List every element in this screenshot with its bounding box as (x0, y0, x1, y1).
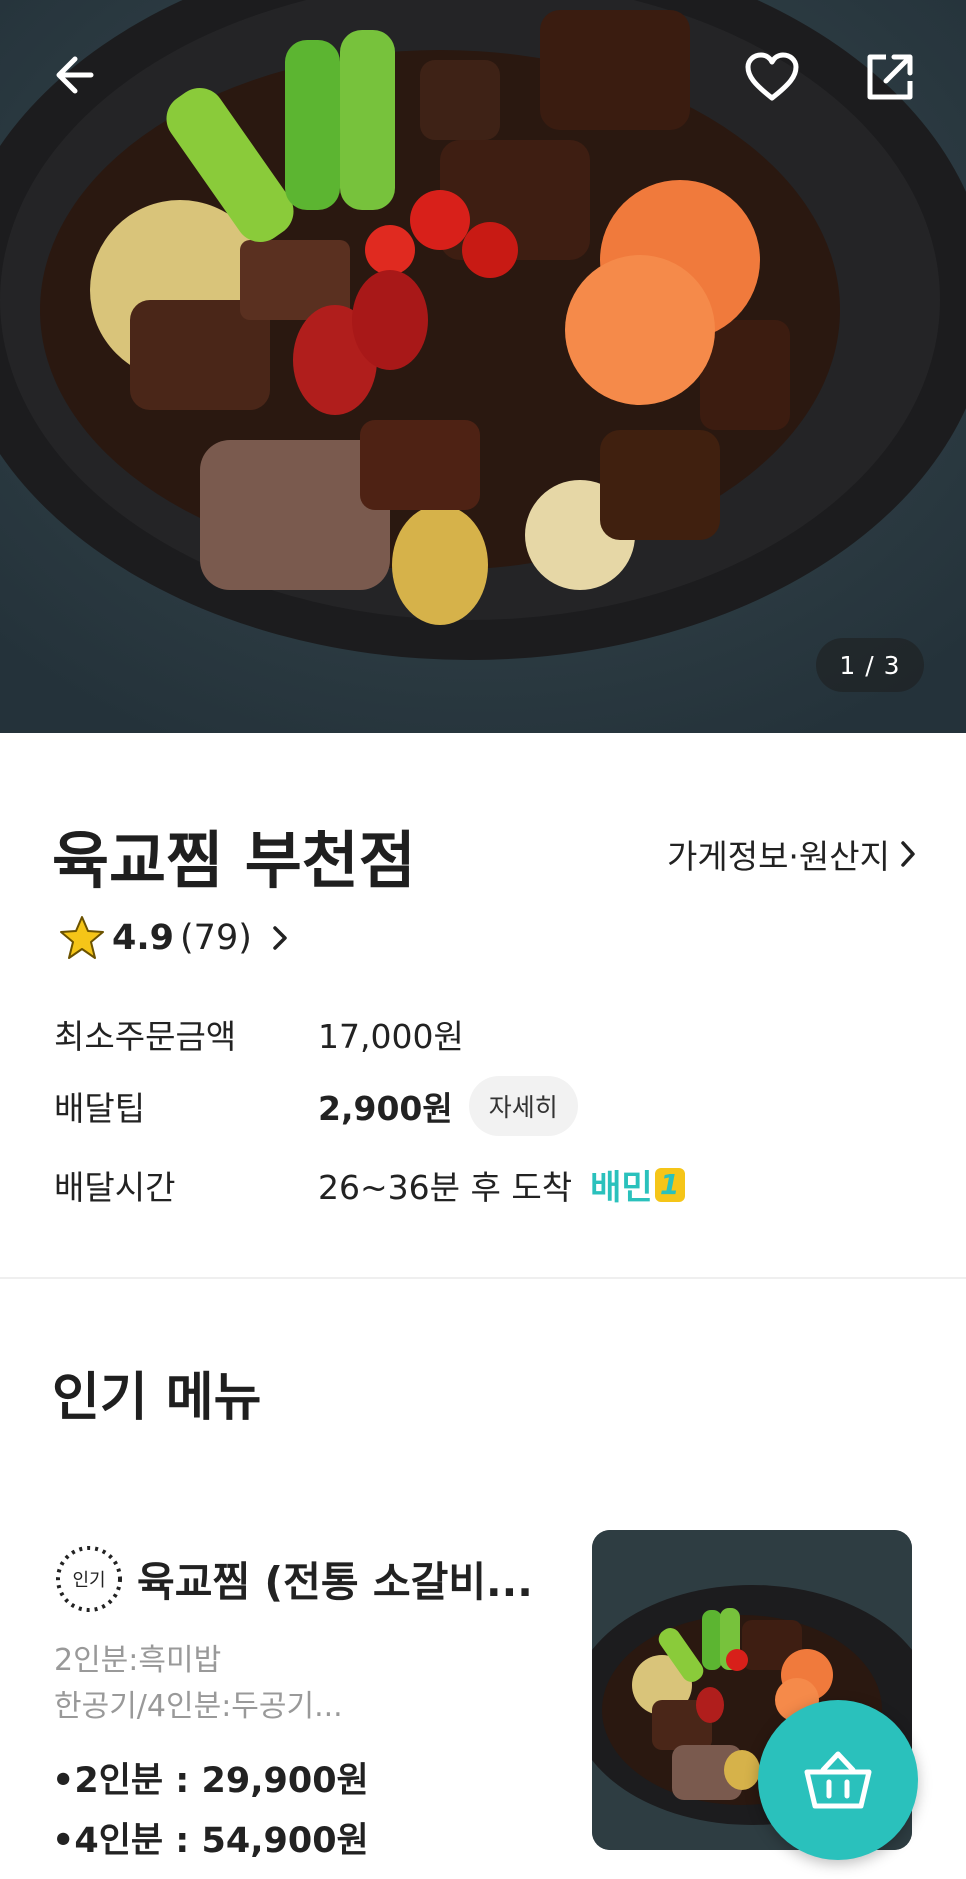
rating-link[interactable]: 4.9 (79) (58, 915, 292, 961)
chevron-right-icon (901, 841, 915, 867)
hero-image[interactable]: 1 / 3 (0, 0, 966, 733)
heart-icon (745, 52, 799, 101)
baemin-one-badge: 배민 1 (590, 1160, 685, 1209)
min-order-value: 17,000원 (318, 1017, 464, 1056)
menu-desc-line1: 2인분:흑미밥 (54, 1643, 222, 1678)
menu-item-name: 육교찜 (전통 소갈비... (137, 1558, 533, 1606)
cart-button[interactable] (758, 1700, 918, 1860)
delivery-tip-value: 2,900원 (318, 1089, 453, 1128)
share-button[interactable] (860, 47, 920, 107)
star-icon (60, 916, 104, 959)
food-photo (0, 0, 966, 733)
tip-detail-button[interactable]: 자세히 (468, 1076, 578, 1136)
delivery-time-label: 배달시간 (54, 1167, 176, 1207)
like-button[interactable] (742, 47, 802, 107)
delivery-time-value: 26~36분 후 도착 (318, 1167, 573, 1207)
back-arrow-icon (56, 56, 94, 94)
store-info-link[interactable]: 가게정보·원산지 (667, 830, 916, 878)
rating-score: 4.9 (112, 918, 175, 958)
baemin-badge-text: 배민 (590, 1168, 653, 1208)
min-order-label: 최소주문금액 (54, 1017, 237, 1056)
section-divider (0, 1277, 966, 1279)
menu-price-2: •2인분 : 29,900원 (52, 1761, 369, 1801)
popular-menu-title: 인기 메뉴 (52, 1368, 262, 1428)
review-count: (79) (180, 918, 252, 958)
menu-price-4: •4인분 : 54,900원 (52, 1821, 369, 1861)
store-info-label: 가게정보·원산지 (666, 837, 890, 876)
delivery-tip-row: 배달팁 2,900원 자세히 (54, 1076, 578, 1136)
back-button[interactable] (45, 45, 105, 105)
image-counter: 1 / 3 (816, 638, 924, 692)
chevron-right-icon (273, 926, 287, 950)
popular-badge-label: 인기 (72, 1570, 106, 1591)
delivery-tip-label: 배달팁 (54, 1089, 146, 1128)
popular-badge: 인기 (54, 1544, 124, 1614)
delivery-time-row: 배달시간 26~36분 후 도착 배민 1 (54, 1160, 685, 1209)
baemin-badge-number: 1 (654, 1167, 685, 1202)
menu-desc-line2: 한공기/4인분:두공기... (54, 1689, 343, 1724)
menu-item-description: 2인분:흑미밥 한공기/4인분:두공기... (54, 1638, 574, 1730)
basket-icon (804, 1751, 872, 1809)
min-order-row: 최소주문금액 17,000원 (54, 1010, 464, 1058)
store-name: 육교찜 부천점 (52, 824, 416, 897)
share-icon (867, 54, 913, 100)
